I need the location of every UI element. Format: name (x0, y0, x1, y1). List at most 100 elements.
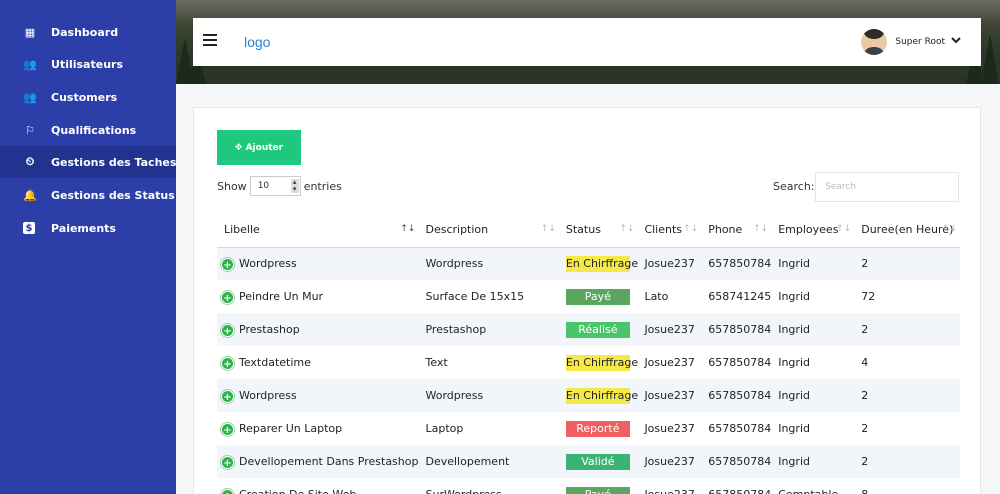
dollar-icon: $ (23, 222, 35, 234)
description-text: Text (425, 356, 448, 369)
cell-description: Prestashop (418, 313, 559, 346)
column-header-description[interactable]: Description ↑↓ (418, 212, 559, 248)
cell-client: Josue237 (637, 478, 701, 494)
description-text: Devellopement (425, 455, 510, 468)
sidebar-item-gestions-des-status[interactable]: 🔔 Gestions des Status (0, 179, 176, 211)
column-header-duree-en-heure[interactable]: Duree(en Heure) ↑↓ (854, 212, 960, 248)
hamburger-menu-icon[interactable] (203, 34, 217, 46)
expand-row-icon[interactable]: + (221, 290, 234, 304)
expand-row-icon[interactable]: + (221, 356, 234, 370)
cell-libelle: + Peindre Un Mur (217, 280, 418, 313)
sidebar-item-label: Gestions des Status (51, 188, 175, 202)
expand-row-icon[interactable]: + (221, 488, 234, 494)
column-header-employees[interactable]: Employees ↑↓ (771, 212, 855, 248)
cell-employee: Comptable (771, 478, 854, 494)
employee-text: Ingrid (778, 290, 810, 303)
sidebar-item-dashboard[interactable]: ▦ Dashboard (0, 16, 176, 48)
expand-row-icon[interactable]: + (221, 323, 234, 337)
add-button[interactable]: ✥ Ajouter (217, 130, 301, 165)
expand-row-icon[interactable]: + (221, 257, 234, 271)
table-row[interactable]: + Peindre Un Mur Surface De 15x15 Payé Lato 6… (217, 280, 960, 313)
show-label: Show (217, 179, 247, 193)
sidebar-item-label: Gestions des Taches (51, 155, 177, 169)
status-badge: En Chirffrage (565, 387, 639, 404)
cell-status: Payé (559, 280, 638, 313)
libelle-text: Reparer Un Laptop (239, 421, 343, 435)
libelle-text: Peindre Un Mur (239, 289, 324, 303)
sort-icon: ↑↓ (540, 224, 556, 234)
logo[interactable]: logo (244, 34, 270, 50)
cell-employee: Ingrid (771, 445, 855, 478)
sidebar-item-paiements[interactable]: $ Paiements (0, 212, 176, 244)
expand-row-icon[interactable]: + (221, 422, 234, 436)
clock-icon: ⏲ (25, 155, 35, 168)
description-text: Laptop (425, 422, 464, 435)
cell-description: Wordpress (418, 247, 559, 280)
sort-icon: ↑↓ (619, 224, 635, 234)
tasks-table: Libelle ↑↓ Description ↑↓ Status ↑↓ Clients ↑↓ P… (217, 212, 960, 494)
cell-status: Réalisé (558, 313, 638, 346)
description-text: Wordpress (425, 257, 484, 271)
column-header-label: Description (425, 222, 489, 236)
column-header-phone[interactable]: Phone ↑↓ (701, 212, 772, 248)
entries-select[interactable]: 10 ▴ ▾ (249, 176, 301, 196)
sidebar: ▦ Dashboard 👥 Utilisateurs 👥 Customers ⚐ Qualif… (0, 0, 176, 494)
cell-client: Josue237 (637, 313, 702, 346)
cell-client: Lato (637, 280, 701, 313)
table-row[interactable]: + Reparer Un Laptop Laptop Reporté Josue237 6… (217, 412, 960, 445)
sidebar-item-label: Paiements (51, 221, 116, 235)
sort-icon: ↑↓ (836, 224, 852, 234)
cell-description: Text (418, 346, 558, 379)
expand-row-icon[interactable]: + (221, 455, 234, 469)
sidebar-item-label: Customers (51, 90, 118, 104)
libelle-text: Wordpress (239, 256, 297, 270)
cell-libelle: + Reparer Un Laptop (217, 412, 418, 445)
search-label: Search: (773, 180, 815, 193)
cell-phone: 657850784 (701, 379, 772, 412)
employee-text: Ingrid (778, 422, 810, 435)
cell-phone: 657850784 (701, 313, 772, 346)
phone-text: 657850784 (708, 488, 771, 494)
table-row[interactable]: + Wordpress Wordpress En Chirffrage Josue237… (217, 247, 960, 280)
user-menu[interactable]: Super Root (861, 29, 961, 55)
client-text: Josue237 (644, 422, 695, 435)
table-row[interactable]: + Textdatetime Text En Chirffrage Josue237 65… (217, 346, 960, 379)
status-badge: En Chirffrage (565, 354, 639, 371)
libelle-text: Creation De Site Web (239, 487, 357, 494)
table-row[interactable]: + Prestashop Prestashop Réalisé Josue237 6578… (217, 313, 960, 346)
cell-libelle: + Devellopement Dans Prestashop (217, 445, 419, 478)
search-input[interactable] (815, 172, 959, 202)
employee-text: Ingrid (778, 356, 810, 369)
phone-text: 657850784 (708, 389, 772, 402)
employee-text: Comptable (778, 488, 838, 494)
column-header-libelle[interactable]: Libelle ↑↓ (217, 212, 419, 248)
employee-text: Ingrid (778, 323, 810, 336)
duree-text: 2 (861, 422, 869, 435)
sidebar-item-customers[interactable]: 👥 Customers (0, 81, 176, 113)
table-row[interactable]: + Devellopement Dans Prestashop Devellopem… (217, 445, 960, 478)
table-row[interactable]: + Creation De Site Web SurWordpress Payé Jos… (217, 478, 960, 494)
sidebar-item-label: Dashboard (51, 25, 119, 39)
cell-duree: 8 (854, 478, 960, 494)
cell-employee: Ingrid (771, 247, 855, 280)
expand-row-icon[interactable]: + (221, 389, 234, 403)
duree-text: 4 (861, 356, 869, 369)
sidebar-item-utilisateurs[interactable]: 👥 Utilisateurs (0, 48, 176, 80)
cell-employee: Ingrid (771, 346, 854, 379)
sidebar-item-label: Qualifications (51, 123, 137, 137)
sort-icon: ↑↓ (400, 224, 416, 234)
sidebar-item-gestions-des-taches[interactable]: ⏲ Gestions des Taches (0, 146, 176, 178)
column-header-status[interactable]: Status ↑↓ (558, 212, 638, 248)
libelle-text: Prestashop (239, 322, 300, 336)
cell-status: Validé (558, 445, 638, 478)
column-header-clients[interactable]: Clients ↑↓ (637, 212, 702, 248)
table-row[interactable]: + Wordpress Wordpress En Chirffrage Josue237… (217, 379, 960, 412)
status-badge: Reporté (565, 420, 630, 437)
phone-text: 657850784 (708, 422, 772, 435)
sort-icon: ↑↓ (753, 224, 769, 234)
duree-text: 8 (861, 488, 868, 494)
sidebar-item-qualifications[interactable]: ⚐ Qualifications (0, 114, 176, 146)
cell-description: Devellopement (418, 445, 559, 478)
cell-libelle: + Textdatetime (217, 346, 418, 379)
table-icon: ▦ (24, 25, 36, 39)
